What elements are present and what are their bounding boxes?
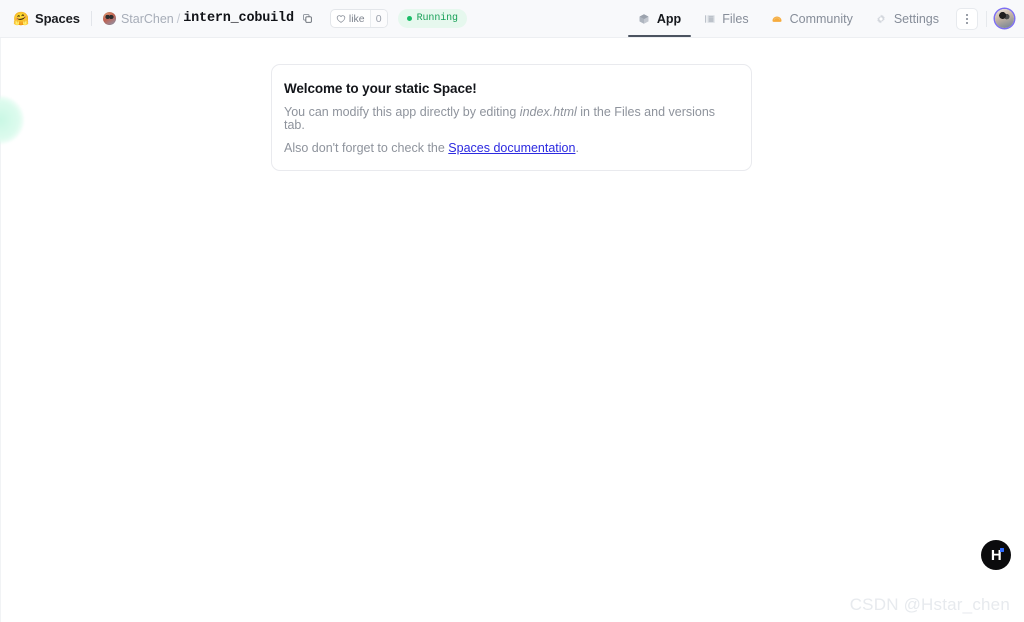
top-header-bar: 🤗 Spaces StarChen / intern_cobuild like … — [0, 0, 1024, 38]
repo-name-label[interactable]: intern_cobuild — [183, 11, 294, 26]
tab-settings[interactable]: Settings — [864, 0, 950, 37]
owner-name-link[interactable]: StarChen — [121, 12, 174, 26]
welcome-card-line-1: You can modify this app directly by edit… — [284, 106, 737, 131]
tab-app-label: App — [656, 11, 682, 26]
huggingface-h-badge-icon[interactable]: H — [981, 540, 1011, 570]
header-right-divider — [986, 10, 987, 27]
header-left-group: 🤗 Spaces StarChen / intern_cobuild like … — [13, 0, 467, 37]
spaces-product-label[interactable]: Spaces — [35, 11, 80, 26]
welcome-card-line-2: Also don't forget to check the Spaces do… — [284, 142, 737, 155]
like-label: like — [348, 12, 365, 25]
csdn-watermark: CSDN @Hstar_chen — [849, 595, 1010, 614]
tab-files[interactable]: Files — [692, 0, 759, 37]
gear-icon — [875, 12, 888, 25]
user-avatar[interactable] — [995, 9, 1014, 28]
status-badge: Running — [397, 9, 467, 28]
hugging-face-emoji-icon: 🤗 — [13, 11, 30, 26]
line1-text-before: You can modify this app directly by edit… — [284, 105, 520, 119]
like-count: 0 — [369, 10, 387, 27]
path-separator: / — [176, 11, 181, 26]
copy-icon[interactable] — [299, 10, 317, 28]
three-dots-vertical-icon[interactable] — [956, 7, 978, 30]
file-list-icon — [703, 12, 716, 25]
line2-text-before: Also don't forget to check the — [284, 141, 449, 155]
fab-blue-square-icon — [1000, 548, 1004, 552]
welcome-card: Welcome to your static Space! You can mo… — [271, 64, 752, 171]
cube-icon — [638, 12, 651, 25]
like-button-main[interactable]: like — [331, 10, 370, 27]
tab-community-label: Community — [789, 11, 853, 26]
tab-community[interactable]: Community — [760, 0, 864, 37]
heart-icon — [336, 14, 346, 23]
owner-avatar — [102, 12, 116, 25]
tab-files-label: Files — [722, 11, 749, 26]
status-label: Running — [416, 13, 458, 24]
spaces-documentation-link[interactable]: Spaces documentation — [448, 141, 575, 155]
welcome-card-title: Welcome to your static Space! — [284, 81, 477, 96]
tab-settings-label: Settings — [893, 11, 939, 26]
decorative-green-blob — [0, 96, 24, 144]
like-button[interactable]: like 0 — [329, 9, 388, 28]
header-divider — [90, 11, 92, 26]
index-html-filename: index.html — [519, 105, 577, 119]
space-app-iframe: Welcome to your static Space! You can mo… — [0, 38, 1024, 622]
status-dot-icon — [406, 16, 412, 21]
line2-text-after: . — [575, 141, 579, 155]
community-icon — [771, 12, 784, 25]
header-nav-tabs: App Files Community Settings — [627, 0, 1014, 37]
tab-app[interactable]: App — [627, 0, 692, 37]
